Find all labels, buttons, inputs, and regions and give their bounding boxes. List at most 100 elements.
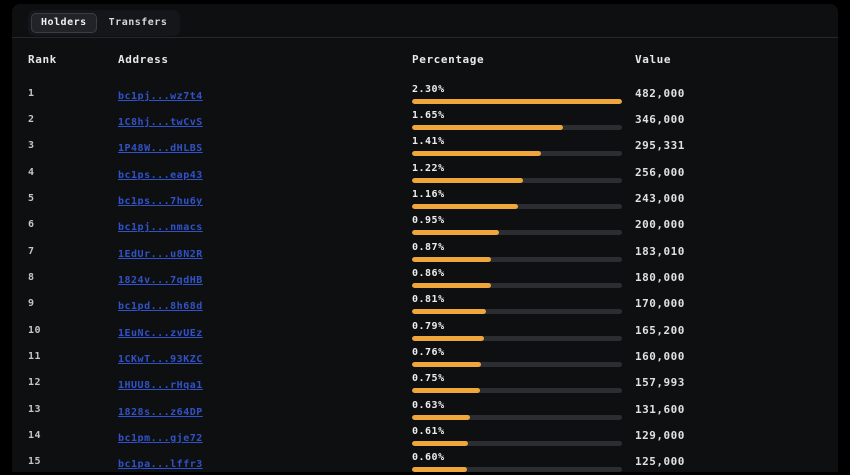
value-cell: 165,200 xyxy=(635,323,685,337)
percentage-label: 0.63% xyxy=(412,399,445,411)
value-cell: 200,000 xyxy=(635,218,685,232)
address-cell: 1EdUr...u8N2R xyxy=(118,242,412,261)
percentage-label: 2.30% xyxy=(412,83,445,95)
address-link[interactable]: 1P48W...dHLBS xyxy=(118,143,203,154)
percentage-bar-fill xyxy=(412,388,481,394)
address-cell: 1HUU8...rHqa1 xyxy=(118,373,412,392)
table-row: 12 1HUU8...rHqa1 0.75% 157,993 xyxy=(12,370,838,396)
address-cell: bc1pm...gje72 xyxy=(118,426,412,445)
address-cell: bc1ps...eap43 xyxy=(118,163,412,182)
address-link[interactable]: bc1pm...gje72 xyxy=(118,433,203,444)
percentage-label: 0.76% xyxy=(412,347,445,359)
rank-cell: 10 xyxy=(28,324,42,336)
table-row: 8 1824v...7qdHB 0.86% 180,000 xyxy=(12,264,838,290)
percentage-label: 0.86% xyxy=(412,268,445,280)
percentage-cell: 1.41% xyxy=(412,135,635,157)
percentage-label: 0.87% xyxy=(412,241,445,253)
value-cell: 243,000 xyxy=(635,192,685,206)
address-cell: 1EuNc...zvUEz xyxy=(118,321,412,340)
address-cell: bc1pj...wz7t4 xyxy=(118,84,412,103)
value-cell: 157,993 xyxy=(635,376,685,390)
percentage-bar-fill xyxy=(412,414,470,420)
percentage-cell: 0.95% xyxy=(412,214,635,236)
address-link[interactable]: 1EuNc...zvUEz xyxy=(118,328,203,339)
table-row: 9 bc1pd...8h68d 0.81% 170,000 xyxy=(12,291,838,317)
percentage-bar-fill xyxy=(412,151,541,157)
percentage-cell: 0.86% xyxy=(412,267,635,289)
percentage-cell: 0.75% xyxy=(412,372,635,394)
tab-group: Holders Transfers xyxy=(28,10,181,36)
table-row: 4 bc1ps...eap43 1.22% 256,000 xyxy=(12,159,838,185)
percentage-bar-track xyxy=(412,362,622,368)
address-link[interactable]: 1828s...z64DP xyxy=(118,407,203,418)
address-link[interactable]: 1CKwT...93KZC xyxy=(118,354,203,365)
table-row: 6 bc1pj...nmacs 0.95% 200,000 xyxy=(12,212,838,238)
address-link[interactable]: 1824v...7qdHB xyxy=(118,275,203,286)
tab-transfers[interactable]: Transfers xyxy=(99,13,178,33)
table-row: 2 1C8hj...twCvS 1.65% 346,000 xyxy=(12,106,838,132)
header-value: Value xyxy=(635,52,672,66)
value-cell: 256,000 xyxy=(635,165,685,179)
address-cell: bc1pd...8h68d xyxy=(118,294,412,313)
value-cell: 160,000 xyxy=(635,350,685,364)
percentage-bar-track xyxy=(412,309,622,315)
percentage-bar-track xyxy=(412,151,622,157)
tab-holders[interactable]: Holders xyxy=(31,13,97,33)
percentage-bar-track xyxy=(412,177,622,183)
header-rank: Rank xyxy=(28,52,57,66)
tab-bar: Holders Transfers xyxy=(12,4,838,38)
rank-cell: 12 xyxy=(28,377,42,389)
percentage-cell: 0.81% xyxy=(412,293,635,315)
rank-cell: 2 xyxy=(28,114,35,126)
rank-cell: 8 xyxy=(28,272,35,284)
percentage-label: 1.41% xyxy=(412,136,445,148)
table-row: 3 1P48W...dHLBS 1.41% 295,331 xyxy=(12,133,838,159)
percentage-label: 1.16% xyxy=(412,189,445,201)
address-link[interactable]: 1C8hj...twCvS xyxy=(118,117,203,128)
percentage-bar-fill xyxy=(412,441,468,447)
percentage-cell: 2.30% xyxy=(412,83,635,104)
address-link[interactable]: bc1pd...8h68d xyxy=(118,301,203,312)
address-link[interactable]: bc1pj...wz7t4 xyxy=(118,91,203,102)
percentage-label: 0.75% xyxy=(412,373,445,385)
address-link[interactable]: bc1ps...eap43 xyxy=(118,170,203,181)
address-cell: 1CKwT...93KZC xyxy=(118,347,412,366)
value-cell: 346,000 xyxy=(635,113,685,127)
table-row: 7 1EdUr...u8N2R 0.87% 183,010 xyxy=(12,238,838,264)
address-link[interactable]: bc1ps...7hu6y xyxy=(118,196,203,207)
address-link[interactable]: 1HUU8...rHqa1 xyxy=(118,380,203,391)
rank-cell: 3 xyxy=(28,140,35,152)
value-cell: 129,000 xyxy=(635,429,685,443)
value-cell: 170,000 xyxy=(635,297,685,311)
value-cell: 482,000 xyxy=(635,86,685,100)
address-cell: 1P48W...dHLBS xyxy=(118,136,412,155)
percentage-label: 0.79% xyxy=(412,320,445,332)
address-cell: bc1pa...lffr3 xyxy=(118,452,412,471)
percentage-label: 0.61% xyxy=(412,426,445,438)
table-body: 1 bc1pj...wz7t4 2.30% 482,000 2 1C8hj...… xyxy=(12,80,838,475)
percentage-label: 1.22% xyxy=(412,162,445,174)
percentage-bar-fill xyxy=(412,283,491,289)
address-link[interactable]: bc1pa...lffr3 xyxy=(118,459,203,470)
table-row: 5 bc1ps...7hu6y 1.16% 243,000 xyxy=(12,185,838,211)
address-link[interactable]: 1EdUr...u8N2R xyxy=(118,249,203,260)
rank-cell: 7 xyxy=(28,245,35,257)
percentage-label: 0.60% xyxy=(412,452,445,464)
percentage-cell: 1.16% xyxy=(412,188,635,210)
address-link[interactable]: bc1pj...nmacs xyxy=(118,222,203,233)
address-cell: 1828s...z64DP xyxy=(118,400,412,419)
value-cell: 180,000 xyxy=(635,271,685,285)
percentage-cell: 0.76% xyxy=(412,346,635,368)
percentage-cell: 1.22% xyxy=(412,162,635,183)
table-row: 10 1EuNc...zvUEz 0.79% 165,200 xyxy=(12,317,838,343)
percentage-cell: 0.60% xyxy=(412,451,635,473)
table-row: 1 bc1pj...wz7t4 2.30% 482,000 xyxy=(12,80,838,106)
table-row: 13 1828s...z64DP 0.63% 131,600 xyxy=(12,396,838,422)
percentage-bar-track xyxy=(412,125,622,131)
value-cell: 125,000 xyxy=(635,455,685,469)
rank-cell: 15 xyxy=(28,456,42,468)
percentage-bar-fill xyxy=(412,362,482,368)
address-cell: 1824v...7qdHB xyxy=(118,268,412,287)
table-row: 11 1CKwT...93KZC 0.76% 160,000 xyxy=(12,343,838,369)
percentage-bar-track xyxy=(412,230,622,236)
